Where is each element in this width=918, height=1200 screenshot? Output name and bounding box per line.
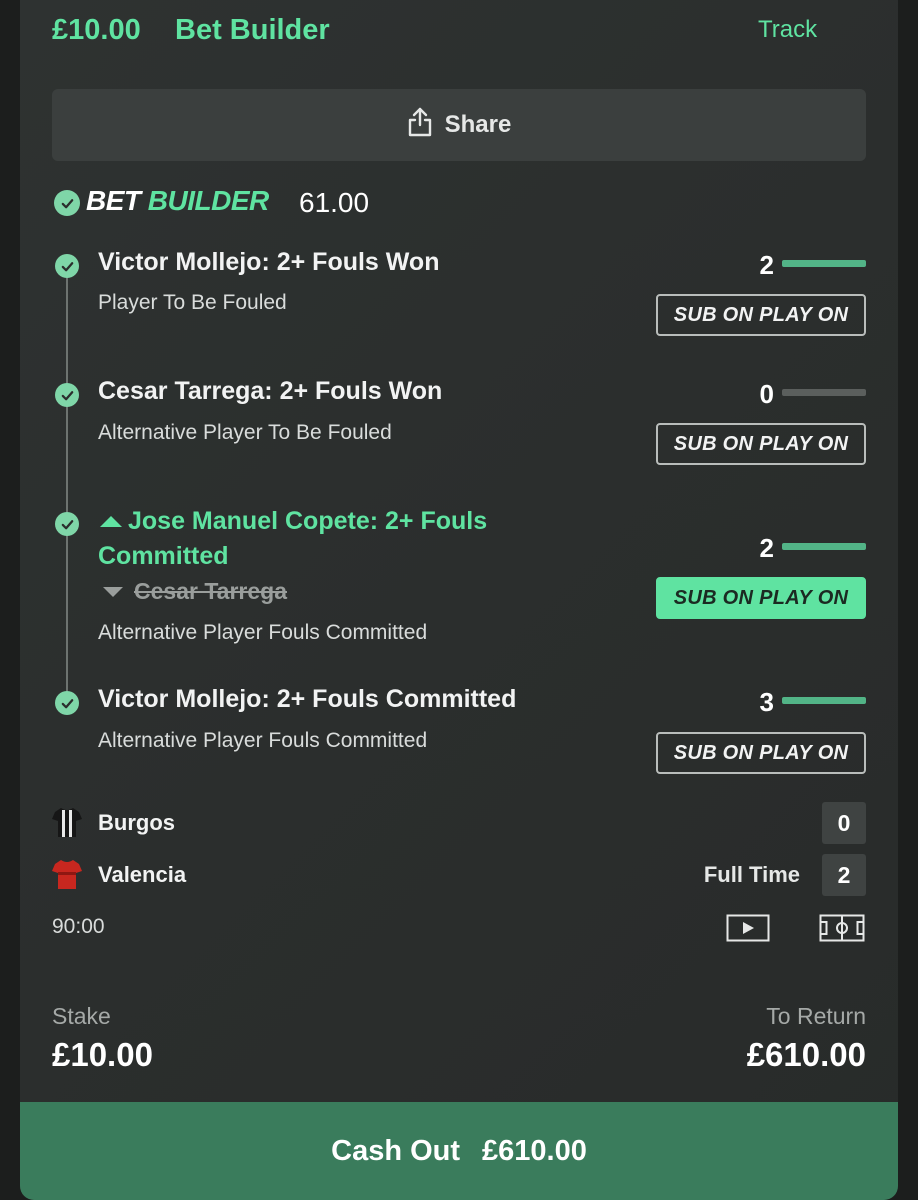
arrow-down-icon [103, 586, 123, 597]
stake-value: £10.00 [52, 1036, 153, 1073]
stake-label: Stake [52, 1003, 111, 1029]
away-team-score: 2 [822, 854, 866, 896]
leg-2-sub-on-play-on-button[interactable]: SUB ON PLAY ON [656, 423, 866, 465]
share-button[interactable]: Share [52, 89, 866, 161]
leg-1-progress-fill [782, 260, 866, 267]
leg-4-check-icon [55, 691, 79, 715]
leg-3-sub-on-play-on-button[interactable]: SUB ON PLAY ON [656, 577, 866, 619]
leg-3-progress-fill [782, 543, 866, 550]
leg-2-count: 0 [759, 379, 774, 409]
track-link[interactable]: Track [758, 16, 817, 44]
leg-3-subtitle: Alternative Player Fouls Committed [98, 621, 428, 644]
valencia-shirt-icon [52, 858, 82, 890]
leg-2-title: Cesar Tarrega: 2+ Fouls Won [98, 377, 443, 405]
away-team-name: Valencia [98, 862, 187, 887]
leg-1-subtitle: Player To Be Fouled [98, 291, 287, 314]
cash-out-amount: £610.00 [482, 1134, 587, 1167]
leg-3-check-icon [55, 512, 79, 536]
leg-1-sub-on-play-on-button[interactable]: SUB ON PLAY ON [656, 294, 866, 336]
share-icon [407, 106, 433, 145]
leg-3-title-text: Jose Manuel Copete: 2+ Fouls Committed [98, 507, 488, 570]
leg-3-count: 2 [759, 533, 774, 563]
leg-1-check-icon [55, 254, 79, 278]
header-stake: £10.00 [52, 14, 141, 46]
leg-4-subtitle: Alternative Player Fouls Committed [98, 729, 428, 752]
burgos-shirt-icon [52, 806, 82, 838]
video-play-icon[interactable] [726, 914, 770, 947]
to-return-value: £610.00 [746, 1036, 866, 1073]
home-team-score: 0 [822, 802, 866, 844]
cash-out-label: Cash Out [331, 1134, 461, 1167]
bet-builder-odds: 61.00 [299, 187, 370, 218]
leg-2-check-icon [55, 383, 79, 407]
match-status: Full Time [703, 862, 800, 887]
bet-card: £10.00 Bet Builder Track Share BET BUILD… [20, 0, 898, 1200]
leg-1-count: 2 [759, 250, 774, 280]
bet-builder-logo: BET BUILDER [86, 185, 269, 216]
leg-1-progress-bar [782, 260, 866, 267]
cash-out-button[interactable]: Cash Out £610.00 [20, 1102, 898, 1200]
leg-3-replaced-selection: Cesar Tarrega [102, 578, 287, 605]
leg-2-subtitle: Alternative Player To Be Fouled [98, 421, 392, 444]
leg-1-title: Victor Mollejo: 2+ Fouls Won [98, 248, 440, 276]
leg-4-title: Victor Mollejo: 2+ Fouls Committed [98, 685, 517, 713]
pitch-icon[interactable] [819, 914, 865, 947]
leg-3-progress-bar [782, 543, 866, 550]
to-return-label: To Return [766, 1003, 866, 1029]
bet-builder-check-icon [54, 190, 80, 216]
leg-3-title: Jose Manuel Copete: 2+ Fouls Committed [98, 504, 568, 574]
leg-2-progress-bar [782, 389, 866, 396]
leg-4-progress-fill [782, 697, 866, 704]
leg-4-sub-on-play-on-button[interactable]: SUB ON PLAY ON [656, 732, 866, 774]
share-label: Share [444, 111, 512, 138]
legs-timeline [66, 266, 68, 702]
leg-4-progress-bar [782, 697, 866, 704]
match-clock: 90:00 [52, 915, 105, 938]
header-title: Bet Builder [175, 14, 330, 46]
leg-3-replaced-name: Cesar Tarrega [134, 578, 287, 604]
leg-4-count: 3 [759, 687, 774, 717]
home-team-name: Burgos [98, 810, 175, 835]
arrow-up-icon [100, 516, 122, 527]
